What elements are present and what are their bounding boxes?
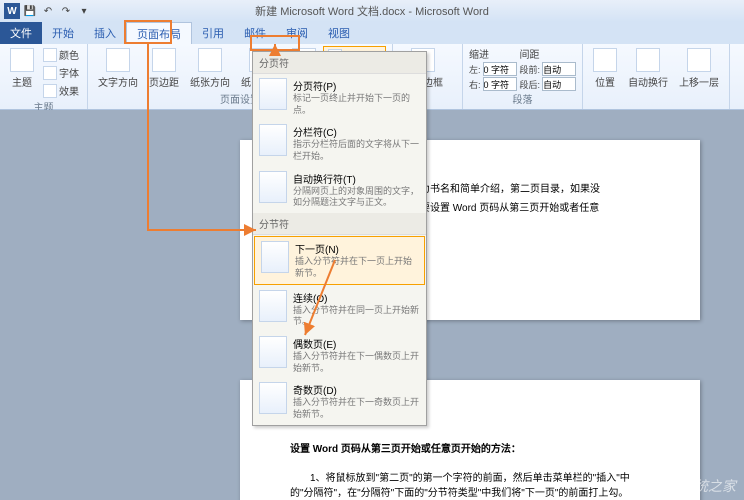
quick-access-toolbar: W 💾 ↶ ↷ ▾ [0,3,96,19]
effects-button[interactable]: 效果 [41,82,81,99]
spacing-after-input[interactable] [542,77,576,91]
wrap-button[interactable]: 自动换行 [624,46,672,91]
colors-button[interactable]: 颜色 [41,46,81,63]
title-bar: W 💾 ↶ ↷ ▾ 新建 Microsoft Word 文档.docx - Mi… [0,0,744,22]
group-paragraph: 缩进 左: 右: 间距 段前: 段后: 段落 [463,44,583,109]
dd-next-page[interactable]: 下一页(N)插入分节符并在下一页上开始新节。 [254,236,425,284]
tab-insert[interactable]: 插入 [84,22,126,44]
group-label-paragraph: 段落 [469,91,576,107]
dd-page-break[interactable]: 分页符(P)标记一页终止并开始下一页的点。 [253,74,426,120]
qat-dropdown-icon[interactable]: ▾ [76,3,92,19]
group-arrange: 位置 自动换行 上移一层 [583,44,730,109]
doc-text: 1、将鼠标放到"第二页"的第一个字符的前面，然后单击菜单栏的"插入"中的"分隔符… [290,469,650,499]
undo-icon[interactable]: ↶ [40,3,56,19]
indent-left-input[interactable] [483,62,517,76]
tab-file[interactable]: 文件 [0,22,42,44]
watermark: 系统之家 [680,476,736,496]
fonts-button[interactable]: 字体 [41,64,81,81]
position-button[interactable]: 位置 [589,46,621,91]
orientation-button[interactable]: 纸张方向 [186,46,234,91]
dd-column-break[interactable]: 分栏符(C)指示分栏符后面的文字将从下一栏开始。 [253,120,426,166]
indent-title: 缩进 [469,46,517,61]
spacing-before-input[interactable] [542,62,576,76]
annotation-highlight-tab [124,20,172,44]
redo-icon[interactable]: ↷ [58,3,74,19]
tab-home[interactable]: 开始 [42,22,84,44]
group-themes: 主题 颜色 字体 效果 主题 [0,44,88,109]
margins-button[interactable]: 页边距 [145,46,183,91]
text-direction-button[interactable]: 文字方向 [94,46,142,91]
dd-header-page-breaks: 分页符 [253,52,426,74]
doc-text: 设置 Word 页码从第三页开始或任意页开始的方法： [290,440,650,455]
window-title: 新建 Microsoft Word 文档.docx - Microsoft Wo… [255,3,489,19]
word-icon[interactable]: W [4,3,20,19]
themes-button[interactable]: 主题 [6,46,38,91]
tab-references[interactable]: 引用 [192,22,234,44]
tab-view[interactable]: 视图 [318,22,360,44]
dd-text-wrap-break[interactable]: 自动换行符(T)分隔网页上的对象周围的文字，如分隔题注文字与正文。 [253,167,426,213]
forward-button[interactable]: 上移一层 [675,46,723,91]
annotation-highlight-breaks [250,35,300,51]
dd-header-section-breaks: 分节符 [253,213,426,235]
dd-continuous[interactable]: 连续(O)插入分节符并在同一页上开始新节。 [253,286,426,332]
indent-right-input[interactable] [483,77,517,91]
ribbon-tabs: 文件 开始 插入 页面布局 引用 邮件 审阅 视图 [0,22,744,44]
spacing-title: 间距 [520,46,577,61]
save-icon[interactable]: 💾 [22,3,38,19]
breaks-dropdown: 分页符 分页符(P)标记一页终止并开始下一页的点。 分栏符(C)指示分栏符后面的… [252,51,427,426]
dd-even-page[interactable]: 偶数页(E)插入分节符并在下一偶数页上开始新节。 [253,332,426,378]
dd-odd-page[interactable]: 奇数页(D)插入分节符并在下一奇数页上开始新节。 [253,378,426,424]
